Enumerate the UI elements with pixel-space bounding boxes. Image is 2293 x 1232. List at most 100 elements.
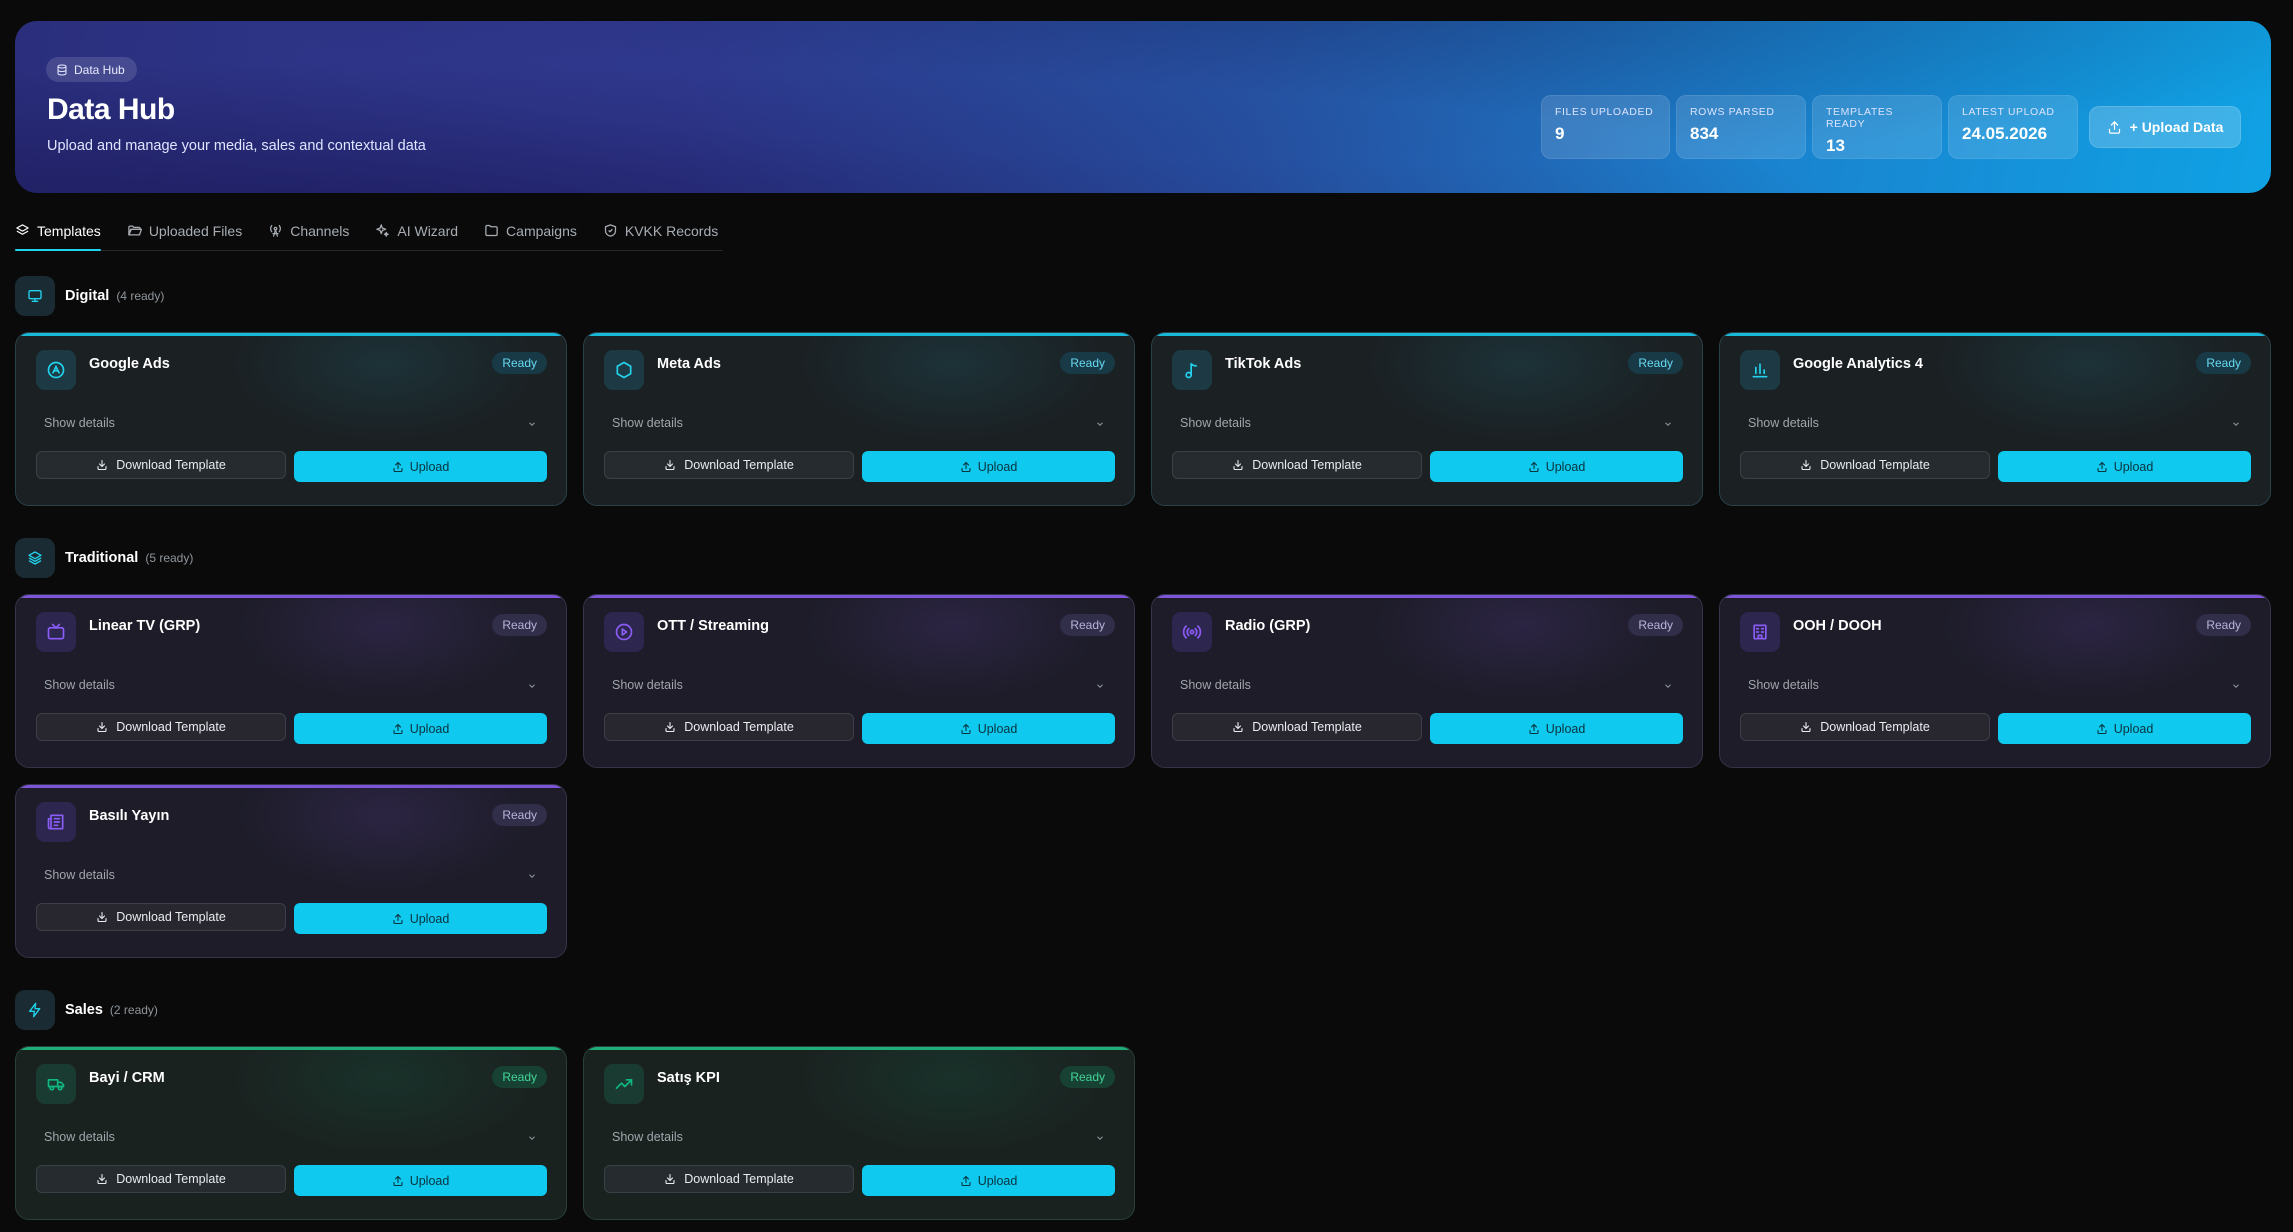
template-card: OOH / DOOH Ready Show details Download T… — [1719, 594, 2271, 768]
download-label: Download Template — [684, 720, 794, 734]
upload-button[interactable]: Upload — [294, 1165, 547, 1196]
monitor-icon — [15, 276, 55, 316]
upload-button[interactable]: Upload — [1430, 713, 1683, 744]
download-icon — [1232, 459, 1244, 471]
upload-button[interactable]: Upload — [1998, 451, 2251, 482]
upload-button[interactable]: Upload — [1430, 451, 1683, 482]
trending-up-icon — [604, 1064, 644, 1104]
upload-label: Upload — [2113, 721, 2154, 736]
chevron-down-icon[interactable] — [527, 871, 537, 881]
upload-icon — [960, 723, 972, 735]
tab-uploaded-files[interactable]: Uploaded Files — [127, 211, 242, 250]
radio-tower-icon — [268, 223, 283, 238]
tab-templates[interactable]: Templates — [15, 211, 101, 251]
show-details-toggle[interactable]: Show details — [612, 416, 683, 430]
upload-icon — [960, 461, 972, 473]
stat-templates-ready: TEMPLATES READY 13 — [1812, 95, 1942, 159]
card-title: Radio (GRP) — [1225, 618, 1311, 634]
upload-label: Upload — [977, 721, 1018, 736]
download-label: Download Template — [684, 1172, 794, 1186]
stat-files-uploaded: FILES UPLOADED 9 — [1541, 95, 1670, 159]
upload-data-button[interactable]: + Upload Data — [2089, 106, 2241, 148]
upload-button[interactable]: Upload — [1998, 713, 2251, 744]
template-card: Linear TV (GRP) Ready Show details Downl… — [15, 594, 567, 768]
section-count: (2 ready) — [109, 1003, 158, 1017]
show-details-toggle[interactable]: Show details — [44, 678, 115, 692]
section-sales: Sales (2 ready) — [15, 990, 158, 1030]
download-label: Download Template — [116, 458, 226, 472]
tab-label: Templates — [37, 222, 101, 239]
tab-kvkk-records[interactable]: KVKK Records — [603, 211, 718, 250]
show-details-toggle[interactable]: Show details — [1748, 416, 1819, 430]
upload-label: Upload — [409, 721, 450, 736]
download-template-button[interactable]: Download Template — [1172, 451, 1422, 479]
download-icon — [96, 459, 108, 471]
upload-icon — [2096, 461, 2108, 473]
upload-button[interactable]: Upload — [294, 903, 547, 934]
download-template-button[interactable]: Download Template — [604, 451, 854, 479]
upload-button[interactable]: Upload — [294, 451, 547, 482]
download-template-button[interactable]: Download Template — [36, 713, 286, 741]
upload-button[interactable]: Upload — [862, 451, 1115, 482]
chevron-down-icon[interactable] — [1095, 681, 1105, 691]
tab-channels[interactable]: Channels — [268, 211, 349, 250]
show-details-toggle[interactable]: Show details — [44, 416, 115, 430]
upload-button[interactable]: Upload — [862, 713, 1115, 744]
card-title: Meta Ads — [657, 356, 721, 372]
stat-label: LATEST UPLOAD — [1962, 106, 2055, 118]
tab-ai-wizard[interactable]: AI Wizard — [375, 211, 458, 250]
upload-label: Upload — [2113, 459, 2154, 474]
status-badge: Ready — [2196, 352, 2251, 374]
download-template-button[interactable]: Download Template — [1740, 713, 1990, 741]
show-details-toggle[interactable]: Show details — [1180, 678, 1251, 692]
download-template-button[interactable]: Download Template — [36, 1165, 286, 1193]
download-template-button[interactable]: Download Template — [604, 1165, 854, 1193]
truck-icon — [36, 1064, 76, 1104]
shield-icon — [603, 223, 618, 238]
show-details-toggle[interactable]: Show details — [44, 868, 115, 882]
database-icon — [56, 64, 68, 76]
show-details-toggle[interactable]: Show details — [1180, 416, 1251, 430]
download-template-button[interactable]: Download Template — [604, 713, 854, 741]
section-digital: Digital (4 ready) — [15, 276, 164, 316]
tab-label: Uploaded Files — [148, 222, 243, 239]
template-card: Google Ads Ready Show details Download T… — [15, 332, 567, 506]
show-details-toggle[interactable]: Show details — [612, 1130, 683, 1144]
template-card: Bayi / CRM Ready Show details Download T… — [15, 1046, 567, 1220]
download-icon — [1232, 721, 1244, 733]
chevron-down-icon[interactable] — [1663, 681, 1673, 691]
chevron-down-icon[interactable] — [527, 419, 537, 429]
download-icon — [1800, 721, 1812, 733]
card-title: TikTok Ads — [1225, 356, 1302, 372]
chevron-down-icon[interactable] — [527, 681, 537, 691]
upload-label: Upload — [977, 1173, 1018, 1188]
card-title: Satış KPI — [657, 1070, 720, 1086]
download-template-button[interactable]: Download Template — [36, 451, 286, 479]
download-template-button[interactable]: Download Template — [1172, 713, 1422, 741]
stat-value: 9 — [1555, 124, 1565, 143]
status-badge: Ready — [492, 614, 547, 636]
folder-icon — [484, 223, 499, 238]
chevron-down-icon[interactable] — [2231, 681, 2241, 691]
chevron-down-icon[interactable] — [527, 1133, 537, 1143]
chevron-down-icon[interactable] — [1663, 419, 1673, 429]
newspaper-icon — [36, 802, 76, 842]
chevron-down-icon[interactable] — [1095, 419, 1105, 429]
show-details-toggle[interactable]: Show details — [44, 1130, 115, 1144]
upload-button[interactable]: Upload — [862, 1165, 1115, 1196]
status-badge: Ready — [1060, 614, 1115, 636]
show-details-toggle[interactable]: Show details — [1748, 678, 1819, 692]
tab-label: KVKK Records — [624, 222, 719, 239]
upload-data-label: + Upload Data — [2129, 119, 2224, 135]
show-details-toggle[interactable]: Show details — [612, 678, 683, 692]
chevron-down-icon[interactable] — [2231, 419, 2241, 429]
download-template-button[interactable]: Download Template — [1740, 451, 1990, 479]
download-template-button[interactable]: Download Template — [36, 903, 286, 931]
zap-icon — [15, 990, 55, 1030]
section-title: Traditional — [65, 550, 139, 566]
upload-button[interactable]: Upload — [294, 713, 547, 744]
hexagon-icon — [604, 350, 644, 390]
tab-campaigns[interactable]: Campaigns — [484, 211, 577, 250]
download-label: Download Template — [684, 458, 794, 472]
chevron-down-icon[interactable] — [1095, 1133, 1105, 1143]
